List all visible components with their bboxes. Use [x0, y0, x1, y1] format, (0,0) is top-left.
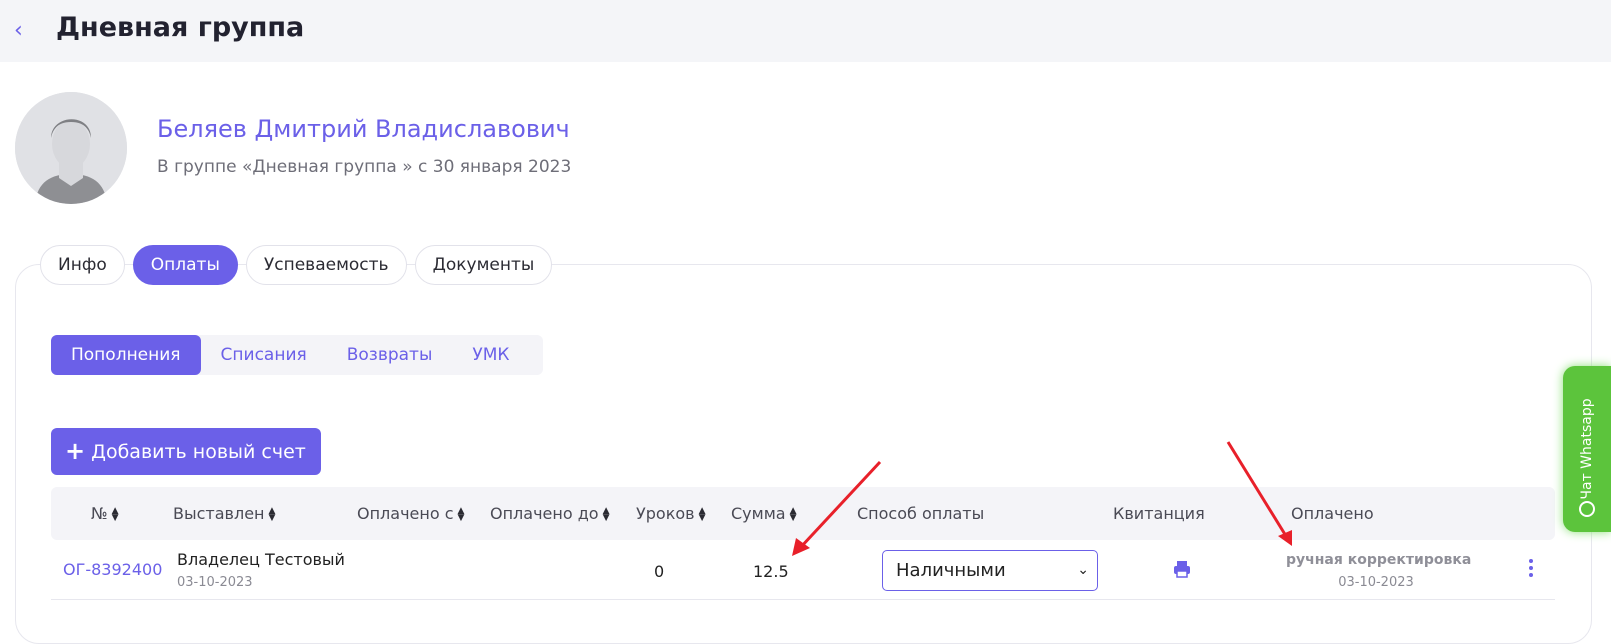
- table-row: ОГ-8392400 Владелец Тестовый 03-10-2023 …: [51, 540, 1555, 600]
- sort-icon[interactable]: ▲ ▼: [699, 507, 706, 523]
- column-header-payment-method: Способ оплаты: [857, 504, 985, 523]
- subtab-topups[interactable]: Пополнения: [51, 335, 201, 375]
- subtab-writeoffs[interactable]: Списания: [201, 335, 327, 375]
- invoice-number-link[interactable]: ОГ-8392400: [63, 560, 162, 579]
- subtab-refunds[interactable]: Возвраты: [327, 335, 453, 375]
- back-button[interactable]: ‹: [14, 18, 30, 44]
- sort-icon[interactable]: ▲ ▼: [603, 507, 610, 523]
- main-tabs: Инфо Оплаты Успеваемость Документы: [40, 245, 560, 285]
- add-invoice-button[interactable]: + Добавить новый счет: [51, 428, 321, 475]
- plus-icon: +: [65, 437, 86, 465]
- student-group-info: В группе «Дневная группа » с 30 января 2…: [157, 157, 572, 177]
- tab-documents[interactable]: Документы: [414, 245, 553, 285]
- sort-icon[interactable]: ▲ ▼: [458, 507, 465, 523]
- avatar-placeholder-icon: [15, 92, 127, 204]
- column-header-receipt: Квитанция: [1113, 504, 1205, 523]
- whatsapp-icon: [1579, 501, 1595, 517]
- page-title: Дневная группа: [56, 12, 305, 43]
- sort-icon[interactable]: ▲ ▼: [790, 507, 797, 523]
- column-header-paid: Оплачено: [1291, 504, 1374, 523]
- lessons-count: 0: [654, 562, 665, 581]
- chevron-left-icon: ‹: [14, 18, 23, 43]
- add-invoice-label: Добавить новый счет: [91, 441, 306, 463]
- payment-subtabs: Пополнения Списания Возвраты УМК: [51, 335, 544, 375]
- tab-info[interactable]: Инфо: [40, 245, 125, 285]
- column-header-paid-from[interactable]: Оплачено с ▲ ▼: [357, 487, 464, 540]
- whatsapp-label: Чат Whatsapp: [1579, 398, 1595, 500]
- table-header: № ▲ ▼ Выставлен ▲ ▼ Оплачено с ▲ ▼ Оплачено до…: [51, 487, 1555, 540]
- print-receipt-icon[interactable]: [1171, 558, 1193, 580]
- column-header-sum[interactable]: Сумма ▲ ▼: [731, 487, 797, 540]
- top-bar: ‹ Дневная группа: [0, 0, 1611, 62]
- column-header-paid-to[interactable]: Оплачено до ▲ ▼: [490, 487, 610, 540]
- printer-icon: [1174, 561, 1190, 578]
- chevron-down-icon: ⌄: [1077, 562, 1089, 578]
- student-name[interactable]: Беляев Дмитрий Владиславович: [157, 115, 570, 143]
- tab-progress[interactable]: Успеваемость: [245, 245, 407, 285]
- paid-date: 03-10-2023: [1338, 575, 1414, 590]
- row-menu-icon[interactable]: [1521, 556, 1541, 582]
- invoice-sum: 12.5: [753, 562, 789, 581]
- column-header-lessons[interactable]: Уроков ▲ ▼: [636, 487, 706, 540]
- column-header-number[interactable]: № ▲ ▼: [91, 487, 119, 540]
- issued-date: 03-10-2023: [177, 575, 253, 590]
- tab-payments[interactable]: Оплаты: [132, 245, 238, 285]
- payment-method-value: Наличными: [896, 560, 1006, 581]
- sort-icon[interactable]: ▲ ▼: [269, 507, 276, 523]
- paid-status: ручная корректировка: [1286, 552, 1472, 568]
- whatsapp-chat-button[interactable]: Чат Whatsapp: [1563, 366, 1611, 532]
- column-header-issued[interactable]: Выставлен ▲ ▼: [173, 487, 275, 540]
- payment-method-select[interactable]: Наличными ⌄: [882, 550, 1098, 591]
- subtab-umk[interactable]: УМК: [452, 335, 529, 375]
- issued-by: Владелец Тестовый: [177, 550, 345, 569]
- sort-icon[interactable]: ▲ ▼: [112, 507, 119, 523]
- avatar: [15, 92, 127, 204]
